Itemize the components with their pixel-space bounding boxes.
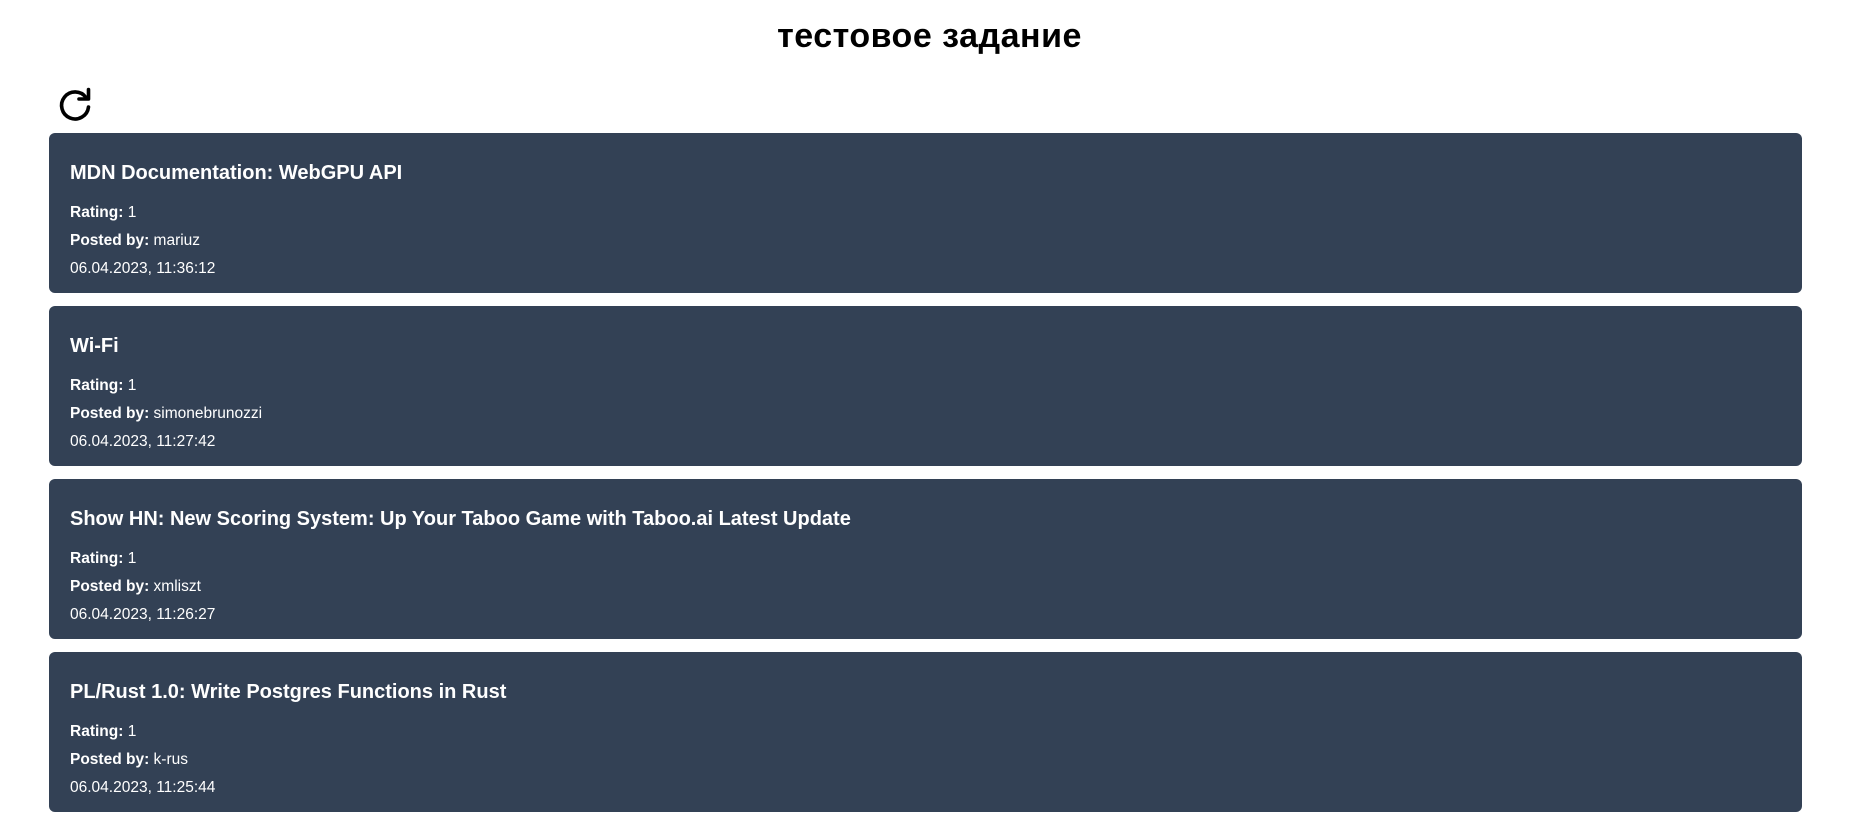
rating-value: 1 bbox=[127, 377, 137, 394]
page-title: тестовое задание bbox=[777, 17, 1082, 55]
rating-value: 1 bbox=[127, 550, 137, 567]
story-title[interactable]: Show HN: New Scoring System: Up Your Tab… bbox=[70, 508, 851, 531]
story-date: 06.04.2023, 11:26:27 bbox=[70, 606, 216, 623]
story-author: Posted by: xmliszt bbox=[70, 578, 201, 596]
story-title[interactable]: Wi-Fi bbox=[70, 335, 119, 358]
story-author: Posted by: k-rus bbox=[70, 751, 188, 769]
author-label: Posted by: bbox=[70, 405, 150, 422]
rating-label: Rating: bbox=[70, 204, 124, 221]
rating-label: Rating: bbox=[70, 377, 124, 394]
refresh-button[interactable] bbox=[53, 84, 97, 128]
author-value: k-rus bbox=[153, 751, 188, 768]
page: тестовое задание MDN Documentation: WebG… bbox=[0, 0, 1859, 814]
story-title[interactable]: MDN Documentation: WebGPU API bbox=[70, 162, 402, 185]
story-author: Posted by: mariuz bbox=[70, 232, 200, 250]
story-card[interactable]: MDN Documentation: WebGPU API Rating: 1 … bbox=[49, 133, 1802, 293]
author-value: simonebrunozzi bbox=[153, 405, 263, 422]
story-rating: Rating: 1 bbox=[70, 377, 136, 395]
story-date: 06.04.2023, 11:27:42 bbox=[70, 433, 216, 450]
author-value: xmliszt bbox=[153, 578, 201, 595]
rating-value: 1 bbox=[127, 204, 137, 221]
story-rating: Rating: 1 bbox=[70, 723, 136, 741]
story-author: Posted by: simonebrunozzi bbox=[70, 405, 262, 423]
author-label: Posted by: bbox=[70, 232, 150, 249]
story-rating: Rating: 1 bbox=[70, 550, 136, 568]
rating-label: Rating: bbox=[70, 550, 124, 567]
author-label: Posted by: bbox=[70, 751, 150, 768]
refresh-icon bbox=[55, 85, 95, 128]
author-label: Posted by: bbox=[70, 578, 150, 595]
story-card[interactable]: PL/Rust 1.0: Write Postgres Functions in… bbox=[49, 652, 1802, 812]
story-card[interactable]: Wi-Fi Rating: 1 Posted by: simonebrunozz… bbox=[49, 306, 1802, 466]
story-rating: Rating: 1 bbox=[70, 204, 136, 222]
author-value: mariuz bbox=[153, 232, 201, 249]
story-card[interactable]: Show HN: New Scoring System: Up Your Tab… bbox=[49, 479, 1802, 639]
rating-value: 1 bbox=[127, 723, 137, 740]
story-title[interactable]: PL/Rust 1.0: Write Postgres Functions in… bbox=[70, 681, 506, 704]
rating-label: Rating: bbox=[70, 723, 124, 740]
story-date: 06.04.2023, 11:36:12 bbox=[70, 260, 216, 277]
story-list: MDN Documentation: WebGPU API Rating: 1 … bbox=[49, 133, 1802, 814]
story-date: 06.04.2023, 11:25:44 bbox=[70, 779, 216, 796]
